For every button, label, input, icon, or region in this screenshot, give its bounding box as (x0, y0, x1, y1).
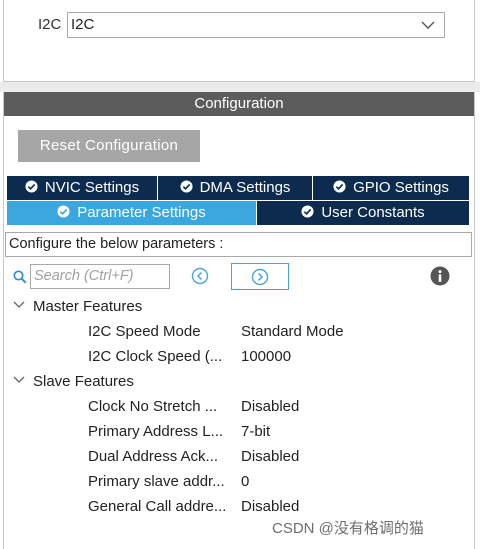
description-text: Configure the below parameters : (5, 232, 472, 257)
param-name: Clock No Stretch ... (88, 398, 218, 415)
param-name: I2C Clock Speed (... (88, 348, 223, 365)
param-name: Dual Address Ack... (88, 448, 219, 465)
tab-label: User Constants (321, 204, 425, 221)
tab-label: Parameter Settings (77, 204, 206, 221)
param-value: 0 (241, 473, 250, 490)
param-row-i2c-speed-mode[interactable]: I2C Speed Mode Standard Mode (88, 321, 468, 343)
configuration-header: Configuration (4, 92, 474, 116)
tab-nvic-settings[interactable]: NVIC Settings (7, 176, 158, 200)
info-icon[interactable] (430, 266, 450, 286)
param-row-clock-no-stretch[interactable]: Clock No Stretch ... Disabled (88, 396, 468, 418)
param-name: I2C Speed Mode (88, 323, 201, 340)
mode-panel: I2C I2C (3, 0, 475, 82)
check-circle-icon (57, 205, 70, 218)
tab-label: DMA Settings (199, 179, 291, 196)
param-value: 100000 (241, 348, 292, 365)
tab-dma-settings[interactable]: DMA Settings (158, 176, 313, 200)
tab-gpio-settings[interactable]: GPIO Settings (313, 176, 469, 200)
panel-separator (0, 82, 480, 92)
search-input[interactable]: Search (Ctrl+F) (30, 264, 170, 289)
reset-configuration-button[interactable]: Reset Configuration (18, 130, 200, 162)
check-circle-icon (180, 180, 193, 193)
mode-label: I2C (38, 16, 62, 33)
mode-select[interactable]: I2C (67, 12, 445, 38)
configuration-panel: Configuration Reset Configuration NVIC S… (3, 92, 475, 549)
caret-down-icon (13, 376, 25, 383)
caret-down-icon (13, 301, 25, 308)
check-circle-icon (333, 180, 346, 193)
param-value: Disabled (241, 398, 300, 415)
search-next-button[interactable] (231, 263, 289, 290)
mode-select-value: I2C (71, 16, 95, 33)
param-row-primary-address-length[interactable]: Primary Address L... 7-bit (88, 421, 468, 443)
chevron-left-circle-icon[interactable] (191, 267, 209, 285)
tab-user-constants[interactable]: User Constants (257, 201, 469, 225)
group-title: Slave Features (33, 373, 134, 390)
param-row-dual-address-ack[interactable]: Dual Address Ack... Disabled (88, 446, 468, 468)
param-value: Disabled (241, 448, 300, 465)
watermark-text: CSDN @没有格调的猫 (272, 520, 424, 537)
param-value: Disabled (241, 498, 300, 515)
tab-label: NVIC Settings (44, 179, 140, 196)
group-master-features[interactable]: Master Features (13, 296, 142, 318)
param-row-primary-slave-address[interactable]: Primary slave addr... 0 (88, 471, 468, 493)
param-row-general-call-address[interactable]: General Call addre... Disabled (88, 496, 468, 518)
param-row-i2c-clock-speed[interactable]: I2C Clock Speed (... 100000 (88, 346, 468, 368)
param-name: Primary slave addr... (88, 473, 225, 490)
tab-label: GPIO Settings (353, 179, 449, 196)
param-value: Standard Mode (241, 323, 344, 340)
check-circle-icon (25, 180, 38, 193)
chevron-down-icon (421, 21, 435, 29)
param-name: General Call addre... (88, 498, 227, 515)
tab-parameter-settings[interactable]: Parameter Settings (7, 201, 257, 225)
group-title: Master Features (33, 298, 143, 315)
param-name: Primary Address L... (88, 423, 224, 440)
param-value: 7-bit (241, 423, 271, 440)
check-circle-icon (301, 205, 314, 218)
search-icon (13, 270, 27, 284)
chevron-right-circle-icon (251, 268, 269, 286)
group-slave-features[interactable]: Slave Features (13, 371, 134, 393)
